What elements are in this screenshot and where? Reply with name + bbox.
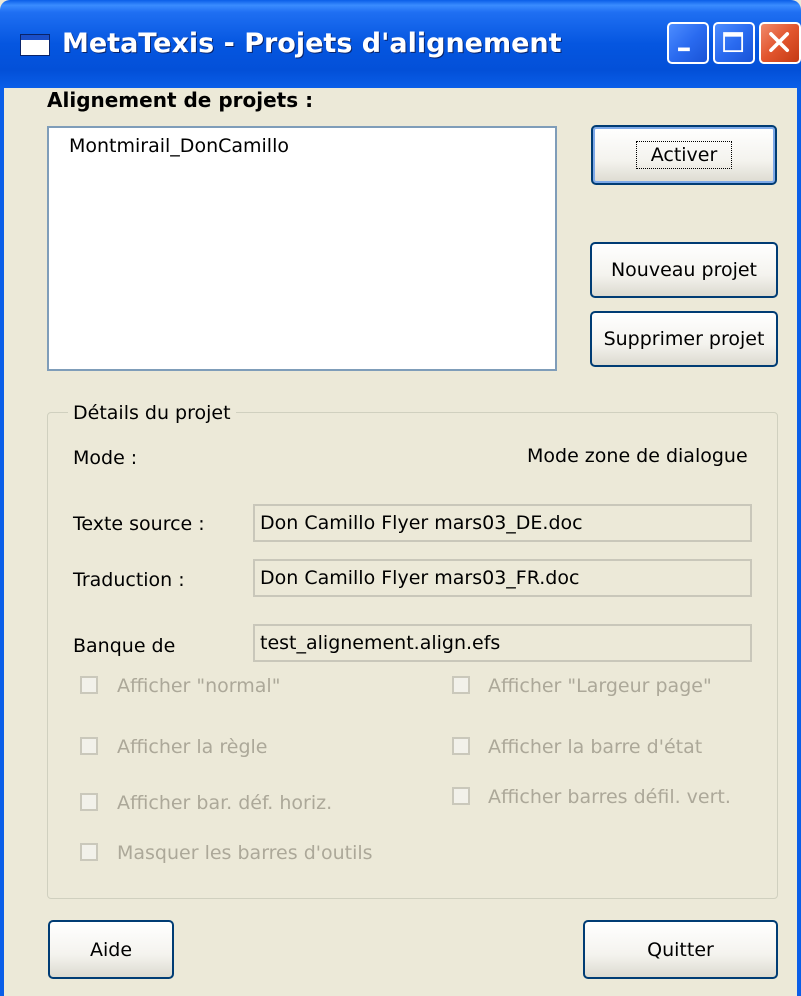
quit-button[interactable]: Quitter bbox=[583, 920, 778, 979]
window-border-right bbox=[797, 88, 801, 996]
window-icon bbox=[20, 34, 50, 56]
show-hscroll-checkbox[interactable] bbox=[80, 793, 98, 811]
hide-toolbars-checkbox[interactable] bbox=[80, 843, 98, 861]
delete-project-button[interactable]: Supprimer projet bbox=[590, 311, 778, 367]
show-ruler-checkbox[interactable] bbox=[80, 737, 98, 755]
show-normal-label: Afficher "normal" bbox=[117, 675, 281, 697]
source-field: Don Camillo Flyer mars03_DE.doc bbox=[253, 504, 752, 542]
translation-label: Traduction : bbox=[73, 569, 185, 591]
bank-field: test_alignement.align.efs bbox=[253, 624, 752, 662]
minimize-icon bbox=[678, 47, 690, 52]
project-details-legend: Détails du projet bbox=[68, 401, 236, 425]
hide-toolbars-label: Masquer les barres d'outils bbox=[117, 842, 373, 864]
maximize-icon bbox=[723, 32, 744, 53]
show-page-width-label: Afficher "Largeur page" bbox=[488, 675, 712, 697]
show-page-width-checkbox[interactable] bbox=[452, 676, 470, 694]
projects-list[interactable]: Montmirail_DonCamillo bbox=[47, 126, 557, 371]
minimize-button[interactable] bbox=[667, 22, 709, 64]
list-item[interactable]: Montmirail_DonCamillo bbox=[69, 134, 289, 158]
mode-label: Mode : bbox=[73, 447, 138, 469]
translation-field: Don Camillo Flyer mars03_FR.doc bbox=[253, 559, 752, 597]
maximize-button[interactable] bbox=[713, 22, 755, 64]
window-border-left bbox=[0, 88, 4, 996]
window-title: MetaTexis - Projets d'alignement bbox=[62, 28, 562, 59]
show-normal-checkbox[interactable] bbox=[80, 676, 98, 694]
show-vscroll-checkbox[interactable] bbox=[452, 787, 470, 805]
activate-button[interactable]: Activer bbox=[591, 125, 777, 185]
show-vscroll-label: Afficher barres défil. vert. bbox=[488, 786, 731, 808]
show-ruler-label: Afficher la règle bbox=[117, 736, 268, 758]
help-button[interactable]: Aide bbox=[48, 920, 174, 979]
mode-value: Mode zone de dialogue bbox=[527, 445, 748, 467]
close-icon bbox=[769, 32, 790, 53]
close-button[interactable] bbox=[759, 22, 801, 64]
projects-heading: Alignement de projets : bbox=[47, 88, 314, 112]
new-project-button[interactable]: Nouveau projet bbox=[590, 242, 778, 298]
show-status-bar-checkbox[interactable] bbox=[452, 737, 470, 755]
show-hscroll-label: Afficher bar. déf. horiz. bbox=[117, 792, 333, 814]
source-label: Texte source : bbox=[73, 513, 205, 535]
bank-label: Banque de bbox=[73, 635, 176, 657]
show-status-bar-label: Afficher la barre d'état bbox=[488, 736, 703, 758]
activate-button-label: Activer bbox=[635, 141, 733, 169]
